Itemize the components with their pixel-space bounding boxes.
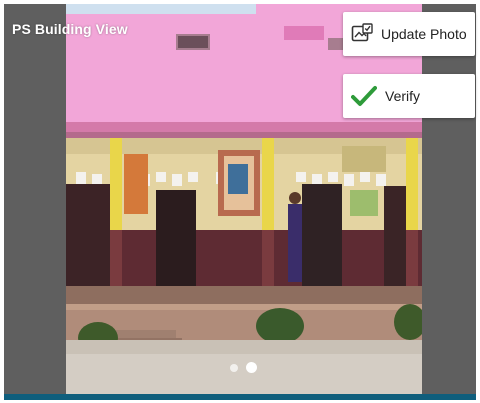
page-title: PS Building View xyxy=(12,21,128,37)
carousel-pagination[interactable] xyxy=(230,362,257,373)
carousel-dot-2-active[interactable] xyxy=(246,362,257,373)
photo-edit-icon xyxy=(351,23,373,45)
checkmark-icon xyxy=(351,85,377,107)
carousel-dot-1[interactable] xyxy=(230,363,238,372)
bottom-accent-bar xyxy=(4,394,476,400)
photo-viewer: PS Building View xyxy=(4,4,476,394)
update-photo-button[interactable]: Update Photo xyxy=(343,12,475,56)
verify-label: Verify xyxy=(385,88,421,104)
building-photo xyxy=(66,4,422,394)
verify-button[interactable]: Verify xyxy=(343,74,475,118)
update-photo-label: Update Photo xyxy=(381,26,467,42)
